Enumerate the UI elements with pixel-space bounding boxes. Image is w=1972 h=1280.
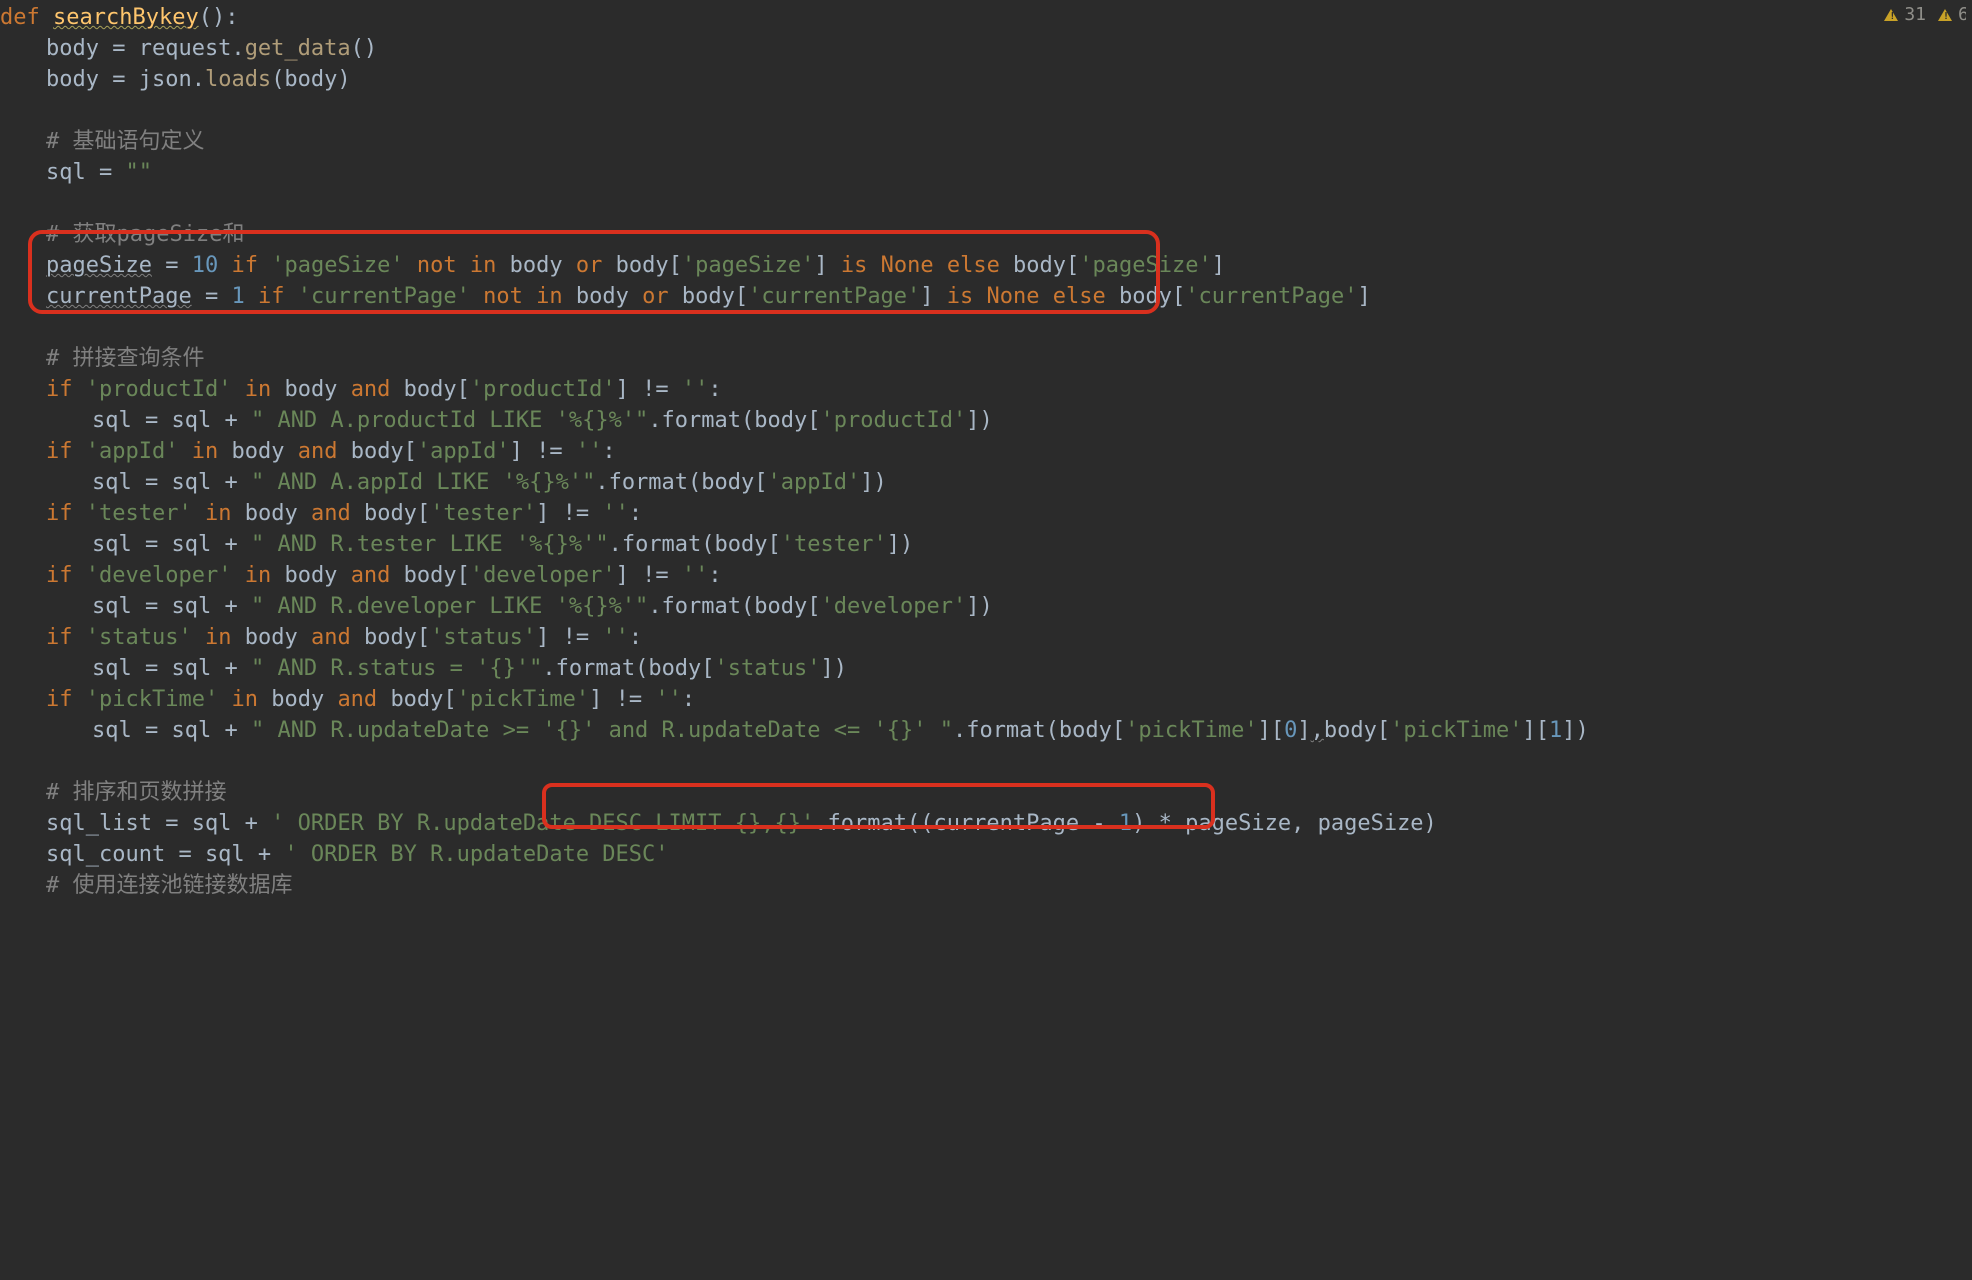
- warning-icon: [1884, 9, 1898, 21]
- code-line: if 'developer' in body and body['develop…: [0, 560, 1972, 591]
- warning-count-partial: 6: [1958, 2, 1966, 27]
- code-line: if 'status' in body and body['status'] !…: [0, 622, 1972, 653]
- code-line: body = request.get_data(): [0, 33, 1972, 64]
- code-line: sql = "": [0, 157, 1972, 188]
- comment-line: # 使用连接池链接数据库: [0, 870, 1972, 901]
- code-line: pageSize = 10 if 'pageSize' not in body …: [0, 250, 1972, 281]
- comment-line: # 排序和页数拼接: [0, 777, 1972, 808]
- code-line: sql = sql + " AND R.status = '{}'".forma…: [0, 653, 1972, 684]
- code-line: sql_count = sql + ' ORDER BY R.updateDat…: [0, 839, 1972, 870]
- code-line: body = json.loads(body): [0, 64, 1972, 95]
- blank-line: [0, 312, 1972, 343]
- code-line: sql_list = sql + ' ORDER BY R.updateDate…: [0, 808, 1972, 839]
- code-line: sql = sql + " AND R.updateDate >= '{}' a…: [0, 715, 1972, 746]
- def-keyword: def: [0, 5, 40, 30]
- code-line: if 'productId' in body and body['product…: [0, 374, 1972, 405]
- code-line: sql = sql + " AND R.tester LIKE '%{}%'".…: [0, 529, 1972, 560]
- comment-line: # 基础语句定义: [0, 126, 1972, 157]
- warning-group-1[interactable]: 31: [1884, 2, 1926, 27]
- blank-line: [0, 746, 1972, 777]
- code-editor[interactable]: def searchBykey(): body = request.get_da…: [0, 0, 1972, 1280]
- warning-count: 31: [1904, 2, 1926, 27]
- warning-group-2[interactable]: 6: [1938, 2, 1966, 27]
- code-line: sql = sql + " AND A.productId LIKE '%{}%…: [0, 405, 1972, 436]
- code-line: if 'tester' in body and body['tester'] !…: [0, 498, 1972, 529]
- function-name: searchBykey: [53, 5, 199, 30]
- code-line: sql = sql + " AND A.appId LIKE '%{}%'".f…: [0, 467, 1972, 498]
- comment-line: # 拼接查询条件: [0, 343, 1972, 374]
- code-line: sql = sql + " AND R.developer LIKE '%{}%…: [0, 591, 1972, 622]
- code-line: if 'appId' in body and body['appId'] != …: [0, 436, 1972, 467]
- code-line: currentPage = 1 if 'currentPage' not in …: [0, 281, 1972, 312]
- blank-line: [0, 188, 1972, 219]
- code-line: def searchBykey():: [0, 2, 1972, 33]
- comment-line: # 获取pageSize和: [0, 219, 1972, 250]
- warning-icon: [1938, 9, 1952, 21]
- blank-line: [0, 95, 1972, 126]
- inspection-warnings[interactable]: 31 6: [1884, 2, 1966, 27]
- code-line: if 'pickTime' in body and body['pickTime…: [0, 684, 1972, 715]
